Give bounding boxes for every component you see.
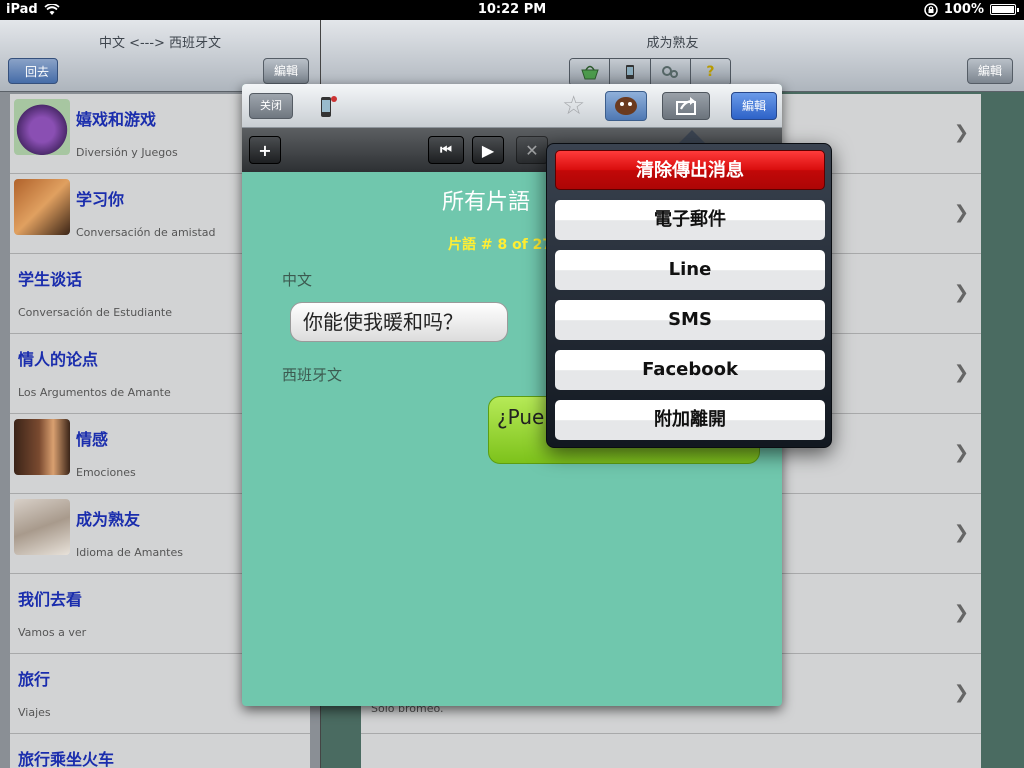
list-item-subtitle: Emociones bbox=[76, 466, 136, 479]
share-icon bbox=[676, 97, 696, 115]
modal-header: 关闭 ☆ 編輯 bbox=[242, 84, 782, 128]
list-item-title: 旅行乘坐火车 bbox=[18, 750, 115, 768]
popover-arrow bbox=[678, 130, 706, 144]
battery-icon bbox=[990, 4, 1019, 15]
orientation-lock-icon bbox=[924, 2, 938, 17]
close-button[interactable]: 关闭 bbox=[249, 93, 293, 119]
list-item-title: 学习你 bbox=[76, 190, 125, 209]
right-nav-title: 成为熟友 bbox=[646, 36, 699, 51]
chevron-right-icon: ❯ bbox=[953, 202, 969, 223]
right-navbar: 成为熟友 ? 編輯 bbox=[321, 20, 1024, 92]
category-thumbnail bbox=[14, 499, 70, 555]
native-phrase-bubble[interactable]: 你能使我暖和吗？ bbox=[290, 302, 508, 342]
modal-edit-button[interactable]: 編輯 bbox=[731, 92, 778, 120]
list-item-title: 情人的论点 bbox=[18, 350, 99, 369]
phone-icon[interactable] bbox=[314, 92, 342, 120]
chevron-right-icon: ❯ bbox=[953, 282, 969, 303]
share-button[interactable] bbox=[662, 92, 710, 120]
previous-icon[interactable]: ⏮ bbox=[428, 136, 464, 164]
play-icon[interactable]: ▶ bbox=[472, 136, 504, 164]
add-icon[interactable]: + bbox=[249, 136, 281, 164]
chevron-right-icon: ❯ bbox=[953, 522, 969, 543]
battery-percent: 100% bbox=[943, 2, 984, 17]
clear-outgoing-button[interactable]: 清除傳出消息 bbox=[555, 150, 825, 190]
segmented-control: ? bbox=[569, 58, 731, 86]
back-button[interactable]: 回去 bbox=[8, 58, 59, 84]
source-language-label: 中文 bbox=[282, 271, 313, 289]
list-item[interactable]: 旅行乘坐火车 bbox=[10, 734, 310, 768]
chevron-right-icon: ❯ bbox=[953, 362, 969, 383]
chevron-right-icon: ❯ bbox=[953, 682, 969, 703]
left-navbar: 中文 <---> 西班牙文 回去 編輯 bbox=[0, 20, 320, 92]
help-icon[interactable]: ? bbox=[690, 59, 730, 85]
facebook-button[interactable]: Facebook bbox=[555, 350, 825, 390]
phrase-set-title: 所有片語 bbox=[442, 190, 531, 215]
category-thumbnail bbox=[14, 419, 70, 475]
attach-leave-button[interactable]: 附加離開 bbox=[555, 400, 825, 440]
list-item-subtitle: Conversación de amistad bbox=[76, 226, 216, 239]
list-item-title: 情感 bbox=[76, 430, 109, 449]
list-item-subtitle: Viajes bbox=[18, 706, 51, 719]
basket-icon[interactable] bbox=[570, 59, 611, 85]
status-bar: iPad 10:22 PM 100% bbox=[0, 0, 1024, 20]
list-item-subtitle: Idioma de Amantes bbox=[76, 546, 183, 559]
phrase-counter: 片語 # 8 of 27 bbox=[448, 237, 553, 253]
target-language-label: 西班牙文 bbox=[282, 366, 343, 384]
list-item-title: 学生谈话 bbox=[18, 270, 83, 289]
list-item-subtitle: Conversación de Estudiante bbox=[18, 306, 172, 319]
email-button[interactable]: 電子郵件 bbox=[555, 200, 825, 240]
line-button[interactable]: Line bbox=[555, 250, 825, 290]
gears-icon[interactable] bbox=[650, 59, 691, 85]
list-item-title: 旅行 bbox=[18, 670, 51, 689]
list-item-subtitle: Diversión y Juegos bbox=[76, 146, 178, 159]
stop-icon[interactable]: ✕ bbox=[516, 136, 548, 164]
chevron-right-icon: ❯ bbox=[953, 442, 969, 463]
list-item-title: 我们去看 bbox=[18, 590, 83, 609]
left-nav-title: 中文 <---> 西班牙文 bbox=[98, 36, 222, 51]
chevron-right-icon: ❯ bbox=[953, 122, 969, 143]
avatar-button[interactable] bbox=[605, 91, 647, 121]
share-popover: 清除傳出消息 電子郵件 Line SMS Facebook 附加離開 bbox=[546, 143, 832, 448]
list-item-subtitle: Vamos a ver bbox=[18, 626, 87, 639]
list-item-title: 成为熟友 bbox=[76, 510, 141, 529]
category-thumbnail bbox=[14, 99, 70, 155]
clock: 10:22 PM bbox=[477, 2, 547, 17]
chevron-right-icon: ❯ bbox=[953, 602, 969, 623]
list-item-title: 嬉戏和游戏 bbox=[76, 110, 157, 129]
list-item-subtitle: Los Argumentos de Amante bbox=[18, 386, 171, 399]
left-edit-button[interactable]: 編輯 bbox=[263, 58, 310, 84]
phone-icon[interactable] bbox=[610, 59, 651, 85]
sms-button[interactable]: SMS bbox=[555, 300, 825, 340]
category-thumbnail bbox=[14, 179, 70, 235]
right-edit-button[interactable]: 編輯 bbox=[967, 58, 1014, 84]
star-icon[interactable]: ☆ bbox=[562, 92, 585, 120]
